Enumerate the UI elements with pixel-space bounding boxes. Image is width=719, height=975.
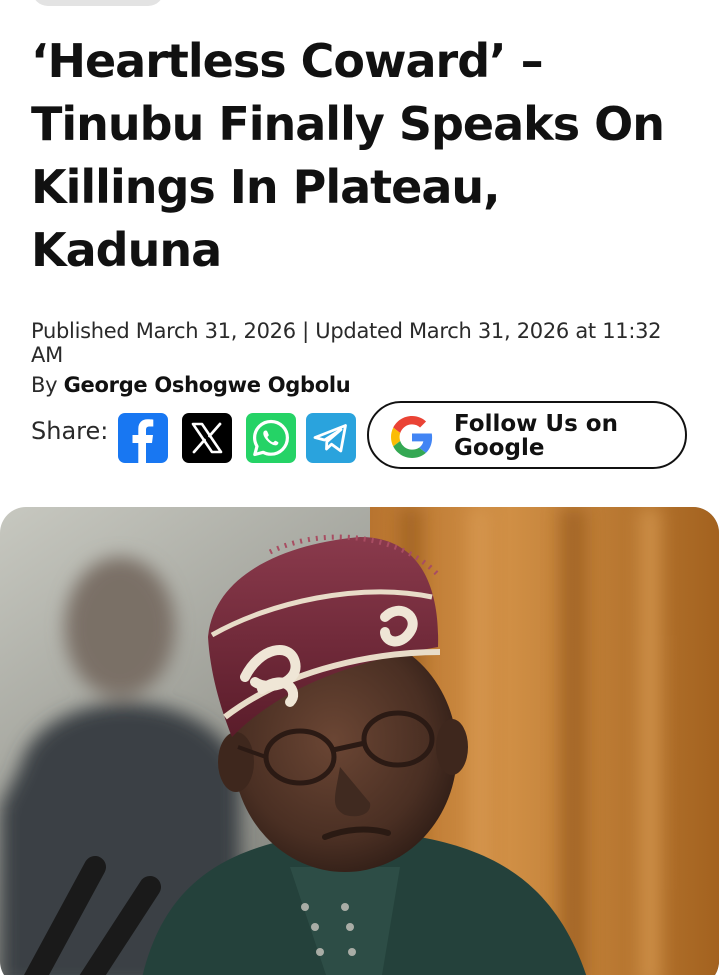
follow-us-label: Follow Us on Google [454, 411, 618, 461]
google-icon [391, 416, 433, 458]
x-icon [191, 422, 223, 454]
article-photo[interactable] [0, 507, 719, 975]
share-row: Share: Follow Us on Google [31, 401, 691, 473]
whatsapp-share-button[interactable] [246, 413, 296, 463]
byline-prefix: By [31, 373, 64, 397]
article-photo-illustration [0, 507, 719, 975]
article-headline: ‘Heartless Coward’ – Tinubu Finally Spea… [31, 34, 665, 277]
follow-us-on-google-button[interactable]: Follow Us on Google [367, 401, 687, 469]
publish-date-line: Published March 31, 2026 | Updated March… [31, 319, 662, 367]
top-pill[interactable] [32, 0, 164, 6]
telegram-icon [313, 424, 347, 453]
article-page: ‘Heartless Coward’ – Tinubu Finally Spea… [0, 0, 719, 975]
facebook-share-button[interactable] [118, 413, 168, 463]
x-share-button[interactable] [182, 413, 232, 463]
byline: By George Oshogwe Ogbolu [31, 373, 351, 397]
telegram-share-button[interactable] [306, 413, 356, 463]
share-label: Share: [31, 417, 109, 445]
whatsapp-icon [253, 419, 289, 457]
facebook-icon [132, 419, 154, 463]
author-name[interactable]: George Oshogwe Ogbolu [64, 373, 351, 397]
